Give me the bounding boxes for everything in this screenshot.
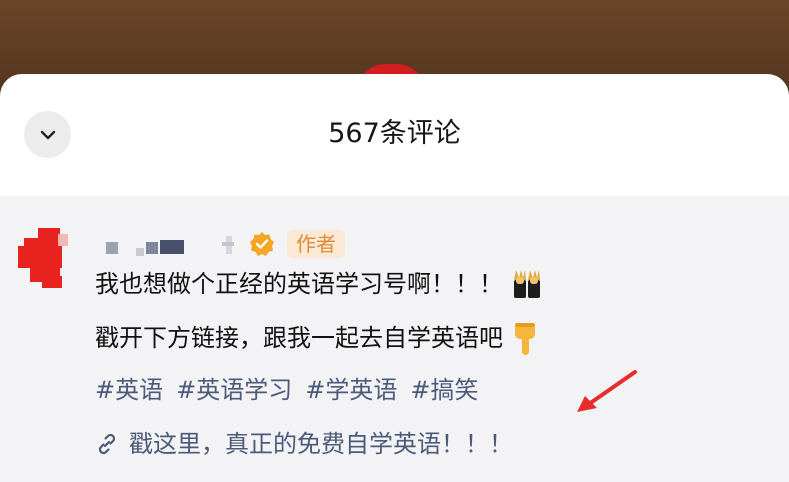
comments-header: 567条评论 bbox=[0, 74, 789, 196]
comment-link-text: 戳这里，真正的免费自学英语！！！ bbox=[129, 430, 513, 458]
red-arrow-annotation bbox=[577, 370, 637, 412]
pointing-down-emoji bbox=[515, 323, 535, 355]
comment-count-title: 567条评论 bbox=[328, 118, 461, 149]
verified-check-icon bbox=[250, 232, 274, 256]
hashtag-english-learning[interactable]: #英语学习 bbox=[176, 376, 292, 404]
comment-line-2-text: 戳开下方链接，跟我一起去自学英语吧 bbox=[95, 324, 503, 352]
link-icon bbox=[98, 433, 116, 455]
people-with-bunny-ears-emoji bbox=[514, 270, 540, 298]
author-name-blurred[interactable] bbox=[106, 234, 236, 256]
hashtag-learn-english[interactable]: #学英语 bbox=[305, 376, 397, 404]
pinned-author-comment[interactable]: 作者 我也想做个正经的英语学习号啊！！！ 戳开下方链接，跟我一起去自学英语吧 #… bbox=[0, 196, 789, 482]
comments-sheet: 567条评论 作者 我也想做个正经的英语学习号啊！！！ 戳开下方链接，跟我一起去… bbox=[0, 74, 789, 482]
avatar[interactable] bbox=[18, 224, 82, 288]
comment-text-line-2: 戳开下方链接，跟我一起去自学英语吧 bbox=[95, 321, 541, 357]
comment-line-1-text: 我也想做个正经的英语学习号啊！！！ bbox=[95, 270, 503, 298]
hashtag-english[interactable]: #英语 bbox=[95, 376, 163, 404]
hashtag-funny[interactable]: #搞笑 bbox=[410, 376, 478, 404]
hashtag-row: #英语 #英语学习 #学英语 #搞笑 bbox=[95, 374, 491, 406]
comment-text-line-1: 我也想做个正经的英语学习号啊！！！ bbox=[95, 268, 545, 302]
author-badge: 作者 bbox=[287, 230, 345, 258]
comment-link[interactable]: 戳这里，真正的免费自学英语！！！ bbox=[95, 428, 513, 460]
